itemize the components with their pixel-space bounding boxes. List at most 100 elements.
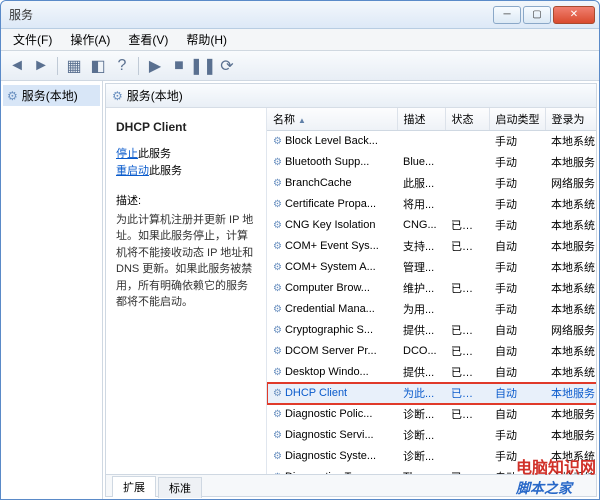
service-list-pane[interactable]: 名称▲ 描述 状态 启动类型 登录为 ⚙Block Level Back...手…: [266, 108, 596, 474]
gear-icon: ⚙: [7, 89, 18, 103]
gear-icon: ⚙: [273, 199, 282, 210]
cell-name: ⚙Diagnostic Polic...: [267, 404, 397, 425]
gear-icon: ⚙: [273, 346, 282, 357]
tree-item-services-local[interactable]: ⚙ 服务(本地): [3, 85, 100, 106]
cell-name: ⚙Certificate Propa...: [267, 194, 397, 215]
cell-status: 已启动: [445, 383, 489, 404]
cell-logon: 本地服务: [545, 383, 596, 404]
col-desc[interactable]: 描述: [397, 108, 445, 131]
menu-action[interactable]: 操作(A): [62, 29, 118, 50]
cell-desc: 诊断...: [397, 404, 445, 425]
table-row[interactable]: ⚙Block Level Back...手动本地系统: [267, 131, 596, 152]
table-row[interactable]: ⚙Diagnostic Polic...诊断...已启动自动本地服务: [267, 404, 596, 425]
cell-status: [445, 299, 489, 320]
table-row[interactable]: ⚙Diagnostic Syste...诊断...手动本地系统: [267, 446, 596, 467]
maximize-button[interactable]: ▢: [523, 6, 551, 24]
menu-view[interactable]: 查看(V): [120, 29, 176, 50]
cell-logon: 本地系统: [545, 299, 596, 320]
services-window: 服务 ─ ▢ ✕ 文件(F) 操作(A) 查看(V) 帮助(H) ◄ ► ▦ ◧…: [0, 0, 600, 500]
cell-desc: 此服...: [397, 173, 445, 194]
cell-status: 已启动: [445, 320, 489, 341]
cell-startup: 手动: [489, 173, 545, 194]
cell-desc: 提供...: [397, 362, 445, 383]
table-row[interactable]: ⚙DHCP Client为此...已启动自动本地服务: [267, 383, 596, 404]
stop-link[interactable]: 停止: [116, 148, 138, 160]
cell-logon: 本地服务: [545, 152, 596, 173]
pause-button[interactable]: ❚❚: [193, 56, 213, 76]
menu-file[interactable]: 文件(F): [5, 29, 60, 50]
cell-status: 已启动: [445, 404, 489, 425]
window-title: 服务: [1, 6, 493, 23]
restart-link[interactable]: 重启动: [116, 165, 149, 177]
close-button[interactable]: ✕: [553, 6, 595, 24]
forward-button[interactable]: ►: [31, 56, 51, 76]
cell-name: ⚙Desktop Windo...: [267, 362, 397, 383]
body-area: ⚙ 服务(本地) ⚙ 服务(本地) DHCP Client 停止此服务 重启动此…: [1, 81, 599, 499]
stop-button[interactable]: ■: [169, 56, 189, 76]
cell-name: ⚙DCOM Server Pr...: [267, 341, 397, 362]
service-name-text: COM+ Event Sys...: [285, 240, 379, 252]
table-row[interactable]: ⚙Cryptographic S...提供...已启动自动网络服务: [267, 320, 596, 341]
cell-startup: 手动: [489, 446, 545, 467]
gear-icon: ⚙: [273, 388, 282, 399]
cell-name: ⚙Diagnostic Servi...: [267, 425, 397, 446]
service-name-text: Block Level Back...: [285, 135, 378, 147]
cell-logon: 本地系统: [545, 467, 596, 475]
service-name-text: Diagnostic Syste...: [285, 450, 376, 462]
cell-status: 已启动: [445, 362, 489, 383]
tab-standard[interactable]: 标准: [158, 477, 202, 498]
cell-desc: 提供...: [397, 320, 445, 341]
service-table: 名称▲ 描述 状态 启动类型 登录为 ⚙Block Level Back...手…: [267, 108, 596, 474]
cell-startup: 手动: [489, 278, 545, 299]
cell-logon: 网络服务: [545, 173, 596, 194]
col-logon[interactable]: 登录为: [545, 108, 596, 131]
cell-startup: 手动: [489, 299, 545, 320]
table-row[interactable]: ⚙Diagnostic Servi...诊断...手动本地服务: [267, 425, 596, 446]
col-name[interactable]: 名称▲: [267, 108, 397, 131]
tab-extended[interactable]: 扩展: [112, 476, 156, 497]
export-button[interactable]: ◧: [88, 56, 108, 76]
table-row[interactable]: ⚙Certificate Propa...将用...手动本地系统: [267, 194, 596, 215]
back-button[interactable]: ◄: [7, 56, 27, 76]
cell-desc: 为用...: [397, 299, 445, 320]
service-name-text: Diagnostic Polic...: [285, 408, 372, 420]
gear-icon: ⚙: [273, 430, 282, 441]
cell-desc: The ...: [397, 467, 445, 475]
cell-desc: 为此...: [397, 383, 445, 404]
table-row[interactable]: ⚙DCOM Server Pr...DCO...已启动自动本地系统: [267, 341, 596, 362]
table-row[interactable]: ⚙Desktop Windo...提供...已启动自动本地系统: [267, 362, 596, 383]
service-name-text: Bluetooth Supp...: [285, 156, 369, 168]
restart-suffix: 此服务: [149, 165, 182, 177]
right-pane: ⚙ 服务(本地) DHCP Client 停止此服务 重启动此服务 描述: 为此…: [105, 83, 597, 497]
help-button[interactable]: ?: [112, 56, 132, 76]
tabstrip: 扩展 标准: [106, 474, 596, 496]
col-status[interactable]: 状态: [445, 108, 489, 131]
table-row[interactable]: ⚙Credential Mana...为用... 手动本地系统: [267, 299, 596, 320]
cell-logon: 本地系统: [545, 278, 596, 299]
cell-desc: DCO...: [397, 341, 445, 362]
cell-name: ⚙Credential Mana...: [267, 299, 397, 320]
menu-help[interactable]: 帮助(H): [178, 29, 235, 50]
table-row[interactable]: ⚙COM+ System A...管理...手动本地系统: [267, 257, 596, 278]
show-hide-button[interactable]: ▦: [64, 56, 84, 76]
gear-icon: ⚙: [273, 325, 282, 336]
table-row[interactable]: ⚙CNG Key IsolationCNG...已启动手动本地系统: [267, 215, 596, 236]
table-row[interactable]: ⚙COM+ Event Sys...支持...已启动自动本地服务: [267, 236, 596, 257]
toolbar: ◄ ► ▦ ◧ ? ▶ ■ ❚❚ ⟳: [1, 51, 599, 81]
minimize-button[interactable]: ─: [493, 6, 521, 24]
service-name-text: Desktop Windo...: [285, 366, 369, 378]
col-startup[interactable]: 启动类型: [489, 108, 545, 131]
cell-logon: 本地服务: [545, 404, 596, 425]
table-row[interactable]: ⚙Diagnostics Trac...The ...已启动自动本地系统: [267, 467, 596, 475]
restart-button[interactable]: ⟳: [217, 56, 237, 76]
service-name-text: CNG Key Isolation: [285, 219, 375, 231]
service-name-text: BranchCache: [285, 177, 352, 189]
cell-desc: 诊断...: [397, 446, 445, 467]
cell-desc: Blue...: [397, 152, 445, 173]
pane-header: ⚙ 服务(本地): [106, 84, 596, 108]
table-row[interactable]: ⚙Computer Brow...维护...已启动手动本地系统: [267, 278, 596, 299]
table-row[interactable]: ⚙Bluetooth Supp...Blue...手动本地服务: [267, 152, 596, 173]
cell-desc: 管理...: [397, 257, 445, 278]
play-button[interactable]: ▶: [145, 56, 165, 76]
table-row[interactable]: ⚙BranchCache此服...手动网络服务: [267, 173, 596, 194]
